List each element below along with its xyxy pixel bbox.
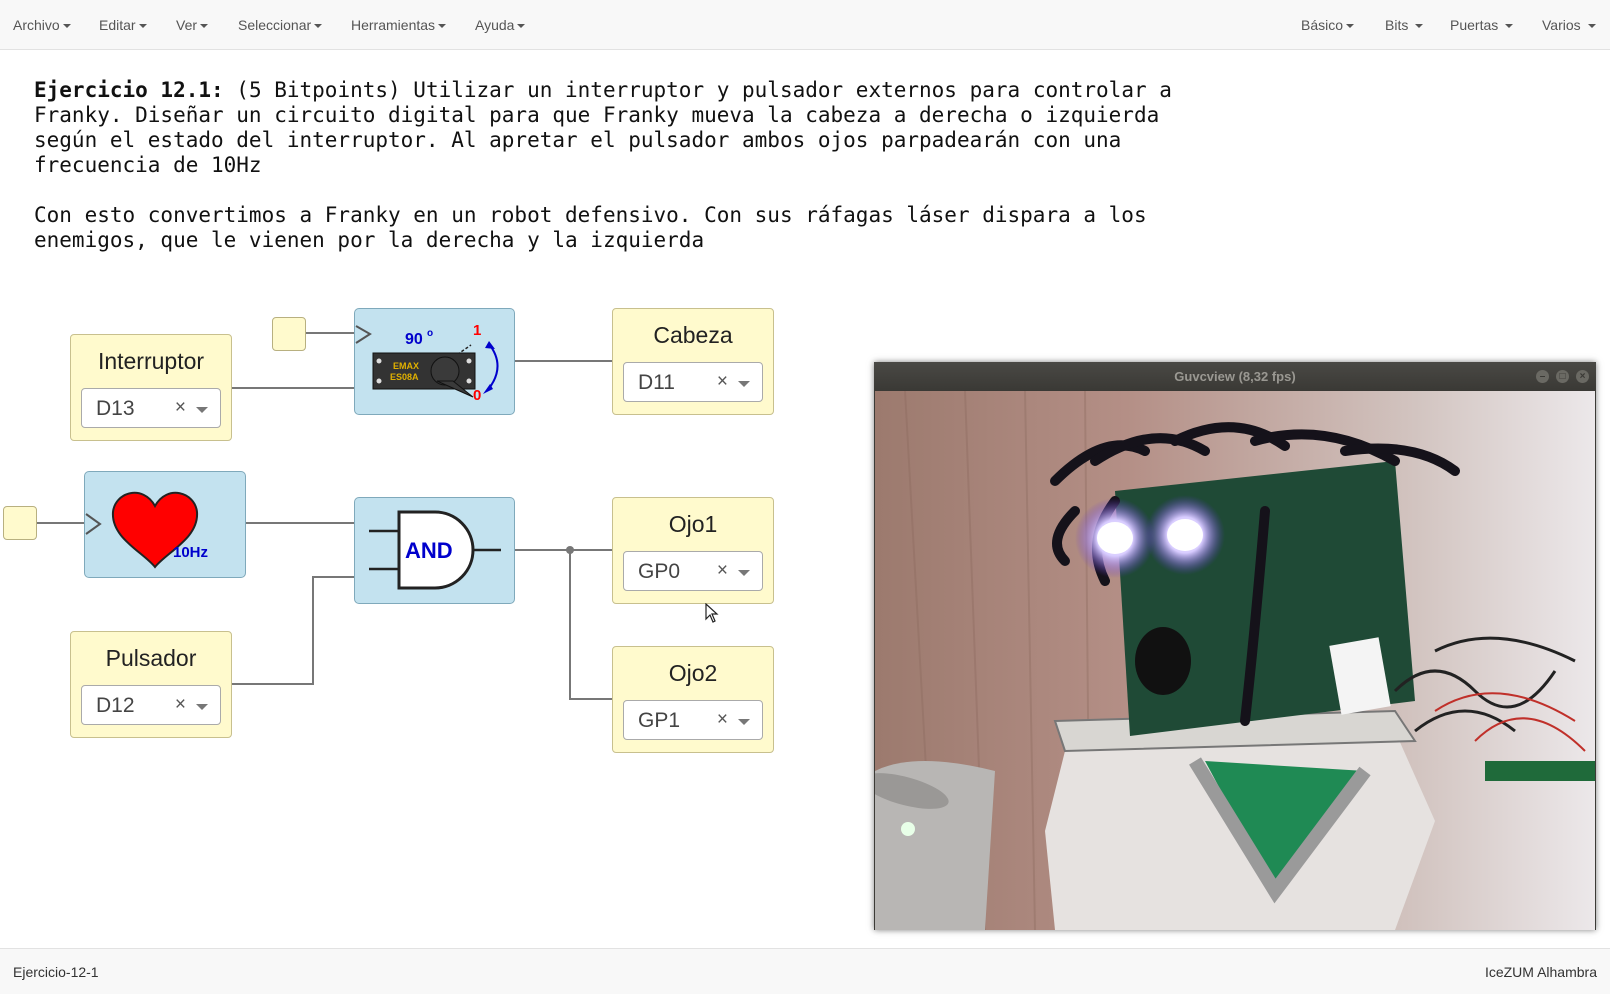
pin-select[interactable]: D11 ×: [623, 362, 763, 402]
caret-down-icon: [1346, 24, 1355, 29]
clear-icon[interactable]: ×: [175, 694, 186, 716]
pin-value: D12: [96, 694, 135, 717]
and-gate-icon: AND: [369, 510, 501, 590]
clear-icon[interactable]: ×: [717, 560, 728, 582]
menu-varios[interactable]: Varios: [1542, 0, 1596, 50]
servo-bit-one: 1: [473, 322, 481, 339]
clock-input-marker: [85, 513, 102, 535]
servo-icon: 90 o 1 0 EMAX ES08A: [355, 322, 499, 404]
menu-bits-label: Bits: [1385, 17, 1409, 33]
servo-degree-label: o: [427, 328, 433, 339]
clock-input-marker: [355, 325, 372, 344]
block-title: Interruptor: [97, 348, 205, 374]
board-name: IceZUM Alhambra: [1484, 964, 1597, 980]
servo-bit-zero: 0: [473, 387, 481, 404]
camera-feed: [875, 391, 1595, 930]
servo-rotation-arrow: [486, 343, 499, 392]
servo-constant-input[interactable]: [272, 317, 306, 351]
project-name: Ejercicio-12-1: [13, 964, 99, 980]
clear-icon[interactable]: ×: [717, 371, 728, 393]
camera-window-title: Guvcview (8,32 fps): [1174, 369, 1296, 384]
servo-brand: EMAX: [393, 361, 419, 371]
wire-junction: [566, 546, 574, 554]
webcam-image: [875, 391, 1595, 930]
caret-down-icon: [1415, 24, 1424, 29]
dropdown-arrow-icon[interactable]: [196, 407, 208, 413]
menu-bits[interactable]: Bits: [1385, 0, 1424, 50]
block-title: Ojo2: [668, 660, 718, 686]
heart-icon: 10Hz: [85, 491, 208, 569]
output-block-ojo1[interactable]: Ojo1 GP0 ×: [612, 497, 774, 604]
servo-screw: [376, 378, 382, 384]
pin-select[interactable]: GP1 ×: [623, 700, 763, 740]
mouse-cursor-icon: [705, 603, 719, 623]
pin-select[interactable]: D12 ×: [81, 685, 221, 725]
menu-basico[interactable]: Básico: [1301, 0, 1355, 50]
servo-body: [372, 352, 476, 390]
menu-puertas-label: Puertas: [1450, 17, 1499, 33]
and-gate-block[interactable]: AND: [354, 497, 515, 604]
caret-down-icon: [1505, 24, 1514, 29]
servo-screw: [466, 378, 472, 384]
input-block-pulsador[interactable]: Pulsador D12 ×: [70, 631, 232, 738]
dropdown-arrow-icon[interactable]: [196, 704, 208, 710]
block-title: Ojo1: [668, 511, 718, 537]
pin-select[interactable]: GP0 ×: [623, 551, 763, 591]
camera-window[interactable]: Guvcview (8,32 fps) – □ ×: [874, 362, 1596, 930]
menu-puertas[interactable]: Puertas: [1450, 0, 1514, 50]
heart-frequency-block[interactable]: 10Hz: [84, 471, 246, 578]
pin-value: GP1: [638, 709, 681, 732]
block-title: Pulsador: [105, 645, 197, 671]
output-block-ojo2[interactable]: Ojo2 GP1 ×: [612, 646, 774, 753]
heart-constant-input[interactable]: [3, 506, 37, 540]
wire: [231, 576, 354, 685]
menu-basico-label: Básico: [1301, 17, 1344, 33]
gate-label: AND: [405, 538, 453, 563]
clear-icon[interactable]: ×: [717, 709, 728, 731]
servo-model: ES08A: [390, 372, 419, 382]
clear-icon[interactable]: ×: [175, 397, 186, 419]
pin-value: GP0: [638, 560, 681, 583]
wire: [569, 550, 612, 700]
heart-frequency-label: 10Hz: [173, 544, 208, 561]
maximize-icon[interactable]: □: [1556, 370, 1569, 383]
close-icon[interactable]: ×: [1576, 370, 1589, 383]
menu-varios-label: Varios: [1542, 17, 1581, 33]
dropdown-arrow-icon[interactable]: [738, 570, 750, 576]
servo-angle-label: 90: [405, 331, 423, 348]
pin-value: D13: [96, 397, 135, 420]
input-block-interruptor[interactable]: Interruptor D13 ×: [70, 334, 232, 441]
servo-block[interactable]: 90 o 1 0 EMAX ES08A: [354, 308, 515, 415]
caret-down-icon: [1587, 24, 1596, 29]
servo-screw: [466, 358, 472, 364]
minimize-icon[interactable]: –: [1536, 370, 1549, 383]
dropdown-arrow-icon[interactable]: [738, 719, 750, 725]
arrow-head: [485, 341, 495, 349]
block-title: Cabeza: [653, 322, 733, 348]
output-block-cabeza[interactable]: Cabeza D11 ×: [612, 308, 774, 415]
camera-titlebar[interactable]: Guvcview (8,32 fps) – □ ×: [874, 362, 1596, 391]
servo-screw: [376, 358, 382, 364]
pin-value: D11: [638, 371, 675, 394]
pin-select[interactable]: D13 ×: [81, 388, 221, 428]
statusbar: Ejercicio-12-1 IceZUM Alhambra: [0, 948, 1610, 994]
dropdown-arrow-icon[interactable]: [738, 381, 750, 387]
